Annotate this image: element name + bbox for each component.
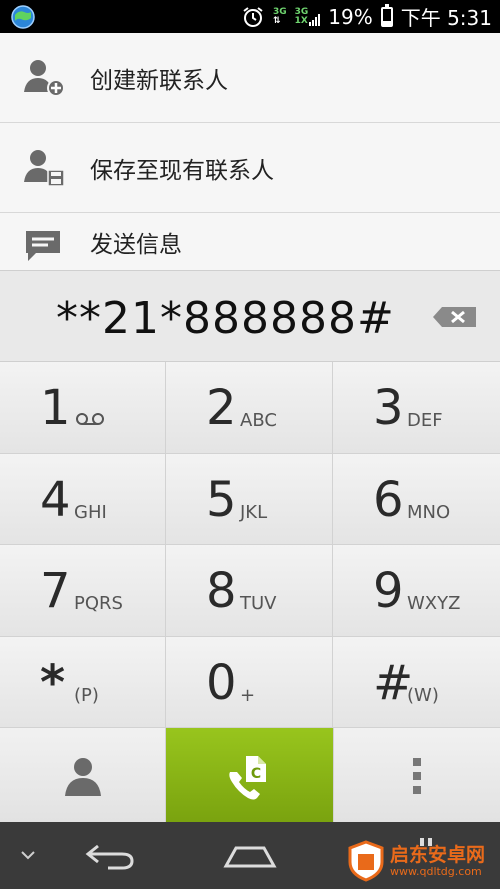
key-letters: ABC (240, 410, 277, 431)
key-digit: 6 (373, 472, 404, 528)
key-digit: 4 (40, 472, 71, 528)
more-options-button[interactable] (333, 728, 500, 822)
key-digit: 1 (40, 380, 71, 436)
watermark-logo: 启东安卓网 www.qdltdg.com (344, 838, 494, 884)
dial-keypad: 1 2 ABC 3 DEF 4 GHI 5 JKL 6 MNO 7 PQRS 8… (0, 362, 500, 728)
call-button[interactable]: C (166, 728, 333, 822)
contacts-button[interactable] (0, 728, 166, 822)
menu-item-label: 创建新联系人 (90, 67, 228, 94)
battery-percent: 19% (328, 4, 373, 29)
key-letters: GHI (74, 502, 107, 523)
menu-item-save-to-existing[interactable]: 保存至现有联系人 (0, 123, 500, 213)
key-letters: PQRS (74, 593, 123, 614)
key-digit: 8 (206, 563, 237, 619)
key-letters: (W) (407, 685, 439, 706)
key-letters: TUV (240, 593, 277, 614)
watermark-shield-icon (348, 840, 384, 882)
alarm-icon (243, 6, 263, 27)
key-digit: 0 (206, 655, 237, 711)
key-3[interactable]: 3 DEF (333, 362, 500, 454)
dialer-action-bar: C (0, 728, 500, 822)
key-4[interactable]: 4 GHI (0, 454, 166, 545)
key-9[interactable]: 9 WXYZ (333, 545, 500, 637)
key-digit: 7 (40, 563, 71, 619)
battery-icon (380, 3, 393, 27)
key-letters: + (240, 685, 256, 706)
key-2[interactable]: 2 ABC (166, 362, 333, 454)
key-0[interactable]: 0 + (166, 637, 333, 728)
watermark-title: 启东安卓网 (390, 844, 486, 866)
network-3g-1x-indicator: 3G 1X (295, 7, 321, 26)
key-digit: 5 (206, 472, 237, 528)
key-digit: 2 (206, 380, 237, 436)
key-digit: * (40, 655, 66, 711)
key-letters: (P) (74, 685, 99, 706)
key-hash[interactable]: # (W) (333, 637, 500, 728)
clock: 下午 5:31 (400, 6, 492, 30)
message-icon (26, 231, 60, 261)
key-digit: 9 (373, 563, 404, 619)
key-letters: MNO (407, 502, 451, 523)
home-icon[interactable] (222, 842, 278, 870)
save-contact-icon (24, 149, 65, 187)
dialer-options-menu: 创建新联系人 保存至现有联系人 发送信息 (0, 33, 500, 271)
backspace-icon[interactable] (432, 305, 478, 329)
key-letters: JKL (240, 502, 268, 523)
dialed-number: **21*888888# (56, 293, 395, 344)
menu-item-label: 保存至现有联系人 (90, 157, 274, 184)
key-6[interactable]: 6 MNO (333, 454, 500, 545)
key-8[interactable]: 8 TUV (166, 545, 333, 637)
signal-bars-icon (309, 13, 321, 26)
contact-person-icon (65, 758, 101, 796)
phone-call-icon: C (229, 756, 266, 800)
key-5[interactable]: 5 JKL (166, 454, 333, 545)
menu-item-label: 发送信息 (90, 232, 182, 258)
key-1[interactable]: 1 (0, 362, 166, 454)
menu-item-create-contact[interactable]: 创建新联系人 (0, 33, 500, 123)
add-contact-icon (24, 59, 65, 97)
back-icon[interactable] (84, 842, 136, 870)
menu-item-send-message[interactable]: 发送信息 (0, 213, 500, 271)
dialed-number-field[interactable]: **21*888888# (0, 270, 500, 362)
network-3g-indicator: 3G ⇅ (272, 6, 287, 26)
key-letters: DEF (407, 410, 443, 431)
key-star[interactable]: * (P) (0, 637, 166, 728)
watermark-url: www.qdltdg.com (390, 865, 482, 878)
key-letters: WXYZ (407, 593, 461, 614)
hide-keyboard-chevron-icon[interactable] (20, 850, 36, 860)
key-digit: 3 (373, 380, 404, 436)
browser-globe-icon (11, 5, 35, 29)
key-7[interactable]: 7 PQRS (0, 545, 166, 637)
status-bar: 3G ⇅ 3G 1X 19% 下午 5:31 (0, 0, 500, 33)
voicemail-icon (76, 413, 104, 425)
overflow-menu-icon (413, 758, 421, 794)
